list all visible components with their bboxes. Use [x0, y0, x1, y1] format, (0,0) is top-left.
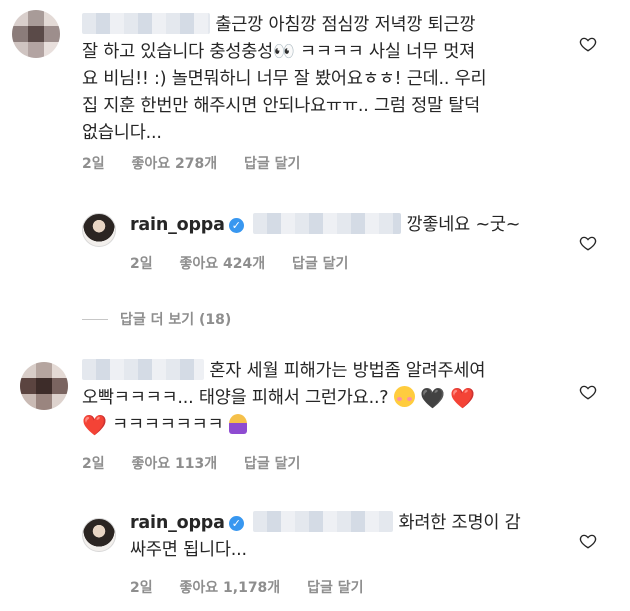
comment-meta: 2일 좋아요 424개 답글 달기	[130, 253, 370, 273]
heart-icon[interactable]	[579, 35, 597, 53]
comment-meta: 2일 좋아요 1,178개 답글 달기	[130, 577, 385, 597]
more-replies-label: 답글 더 보기 (18)	[120, 312, 232, 328]
person-emoji-icon	[228, 414, 247, 434]
reply-text: 혼자 세월 피해가는 방법좀 알려주세여	[82, 358, 485, 385]
comment-text: 요 비님!! :) 놀면뭐하니 너무 잘 봤어요ㅎㅎ! 근데.. 우리	[82, 69, 487, 89]
heart-icon[interactable]	[579, 532, 597, 550]
heart-icon[interactable]	[579, 234, 597, 252]
red-heart-icon: ❤️	[450, 386, 475, 410]
reply-button[interactable]: 답글 달기	[244, 156, 300, 172]
like-count[interactable]: 좋아요 1,178개	[180, 580, 281, 596]
smiling-face-with-hearts-icon	[393, 386, 415, 407]
reply-text: 싸주면 됩니다...	[130, 540, 247, 560]
heart-icon[interactable]	[579, 383, 597, 401]
reply-text: ❤️ ㅋㅋㅋㅋㅋㅋㅋ	[82, 412, 247, 439]
comment-meta: 2일 좋아요 113개 답글 달기	[82, 453, 322, 473]
comment-meta: 2일 좋아요 278개 답글 달기	[82, 153, 322, 173]
redacted-mention	[253, 213, 402, 234]
redacted-mention	[253, 511, 394, 532]
username[interactable]: rain_oppa	[130, 215, 225, 235]
redacted-username	[82, 13, 210, 34]
reply-text: rain_oppa ✓ 화려한 조명이 감	[130, 511, 521, 533]
avatar[interactable]	[12, 10, 60, 58]
like-count[interactable]: 좋아요 424개	[180, 256, 266, 272]
divider	[82, 318, 108, 320]
eyes-emoji-icon: 👀	[273, 42, 295, 62]
timestamp: 2일	[82, 456, 105, 472]
verified-badge-icon: ✓	[228, 218, 244, 233]
comment-text: 잘 하고 있습니다 충성충성👀 ㅋㅋㅋㅋ 사실 너무 멋져	[82, 42, 476, 62]
verified-badge-icon: ✓	[228, 516, 244, 531]
avatar[interactable]	[20, 362, 68, 410]
timestamp: 2일	[82, 156, 105, 172]
reply-text: rain_oppa ✓ 깡좋네요 ~굿~	[130, 213, 521, 235]
like-count[interactable]: 좋아요 113개	[132, 456, 218, 472]
red-heart-icon: ❤️	[82, 413, 107, 437]
timestamp: 2일	[130, 256, 153, 272]
reply-text: 오빡ㅋㅋㅋㅋ... 태양을 피해서 그런가요..? 🖤 ❤️	[82, 386, 475, 410]
avatar[interactable]	[82, 213, 116, 247]
reply-button[interactable]: 답글 달기	[307, 580, 363, 596]
reply-button[interactable]: 답글 달기	[292, 256, 348, 272]
comment-text: 없습니다...	[82, 123, 162, 143]
black-heart-icon: 🖤	[420, 386, 445, 410]
redacted-username	[82, 359, 204, 380]
comment-text: 출근깡 아침깡 점심깡 저녁깡 퇴근깡	[82, 12, 476, 39]
avatar[interactable]	[82, 518, 116, 552]
username[interactable]: rain_oppa	[130, 513, 225, 533]
view-more-replies-button[interactable]: 답글 더 보기 (18)	[82, 309, 231, 329]
reply-button[interactable]: 답글 달기	[244, 456, 300, 472]
comment-text: 집 지훈 한번만 해주시면 안되나요ㅠㅠ.. 그럼 정말 탈덕	[82, 96, 481, 116]
like-count[interactable]: 좋아요 278개	[132, 156, 218, 172]
timestamp: 2일	[130, 580, 153, 596]
